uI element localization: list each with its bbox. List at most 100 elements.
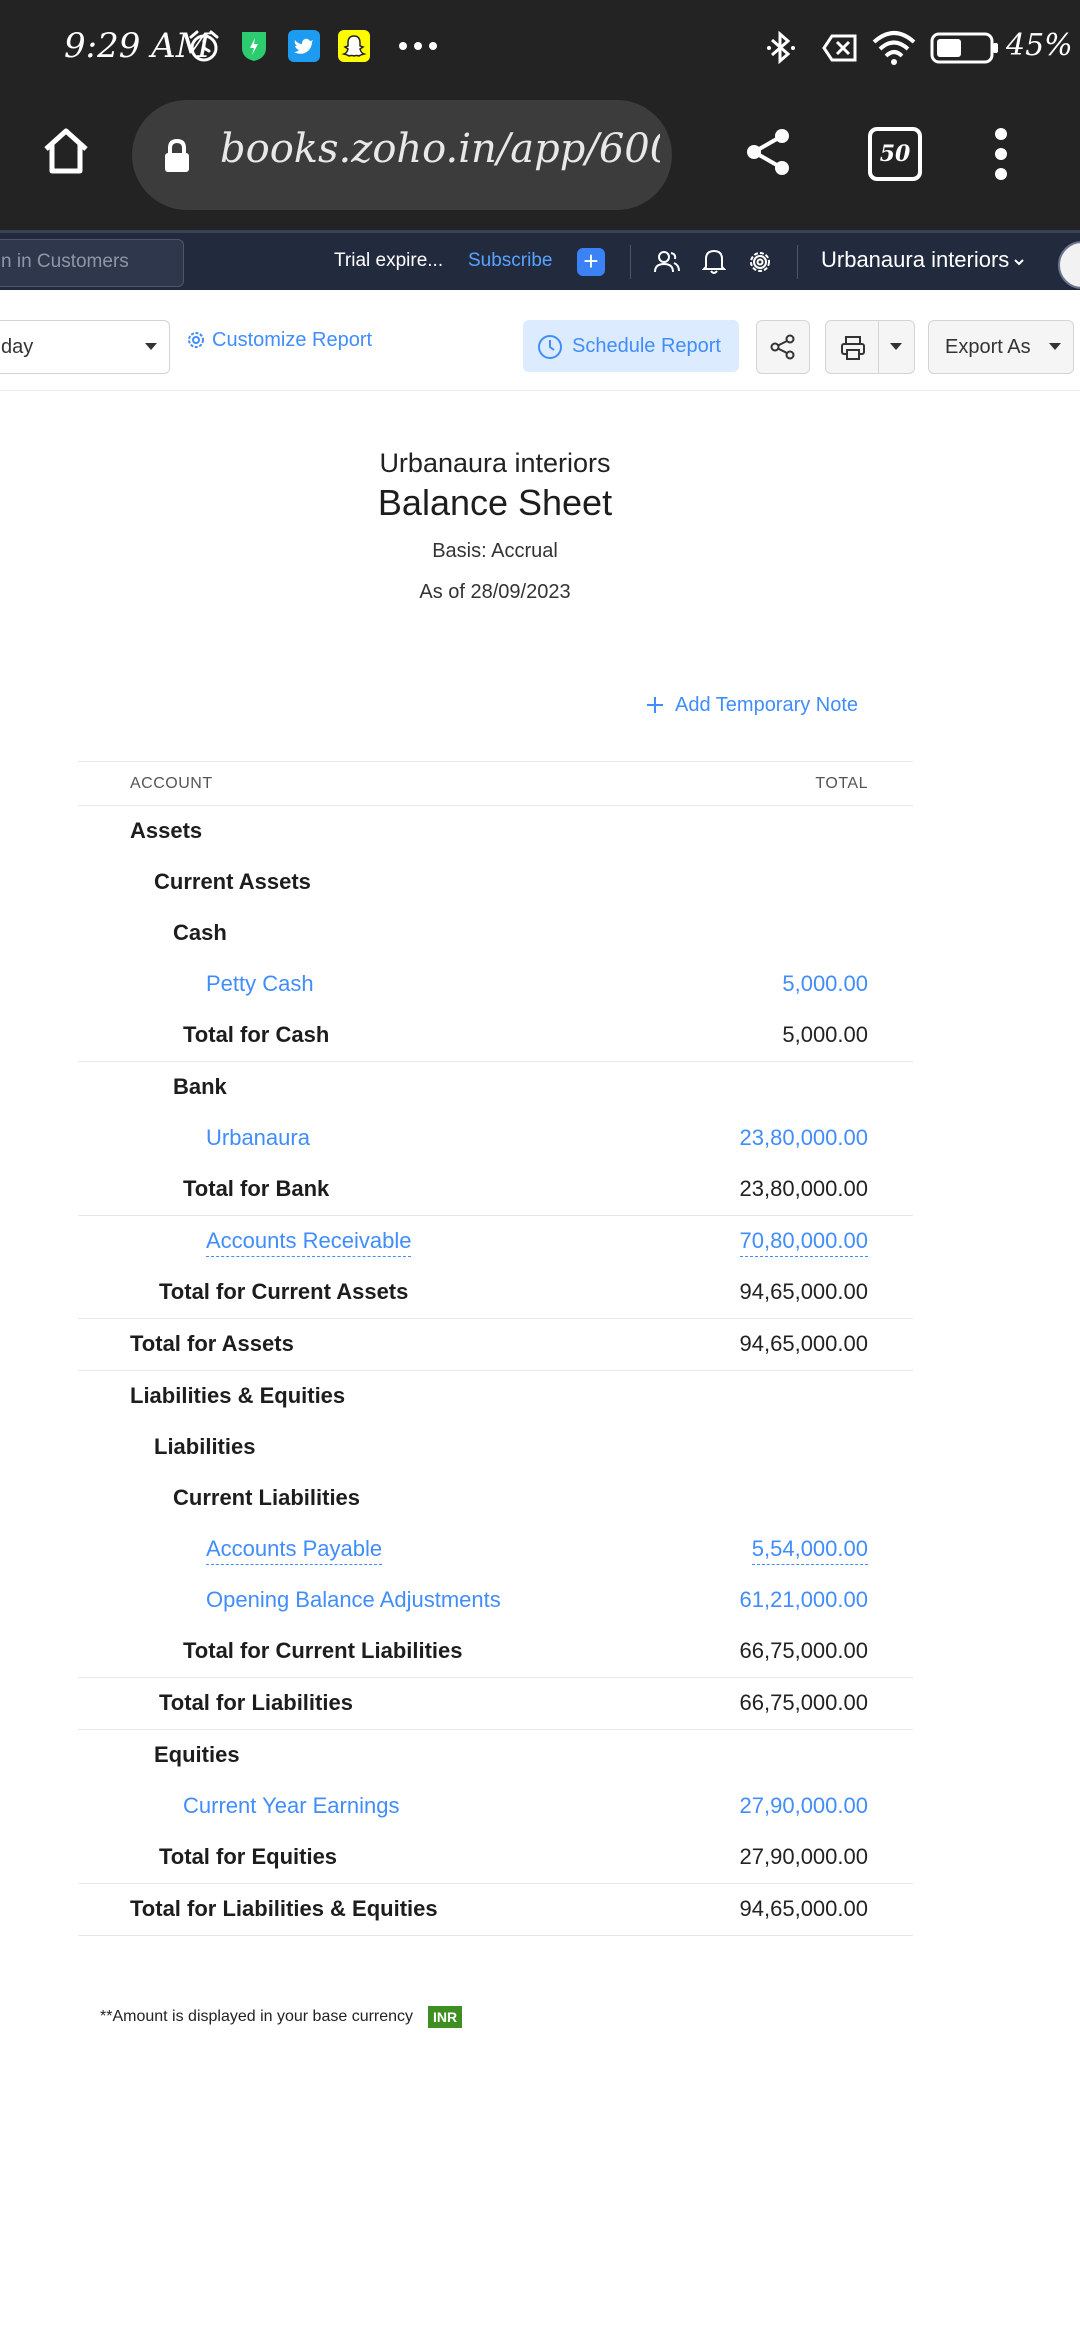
row-total-current-liabilities-label: Total for Current Liabilities <box>183 1638 463 1663</box>
amount-total-liabilities-equities: 94,65,000.00 <box>739 1896 868 1921</box>
customize-report-link[interactable]: Customize Report <box>212 329 372 352</box>
address-bar[interactable]: books.zoho.in/app/60024 <box>132 100 672 210</box>
amount-total-current-liabilities: 66,75,000.00 <box>739 1638 868 1663</box>
dropdown-caret-icon[interactable] <box>890 343 902 350</box>
row-total-equities-label: Total for Equities <box>159 1844 338 1869</box>
amount-current-year-earnings[interactable]: 27,90,000.00 <box>740 1793 868 1819</box>
header-divider <box>797 245 798 279</box>
amount-total-liabilities: 66,75,000.00 <box>739 1690 868 1715</box>
account-petty-cash-link[interactable]: Petty Cash <box>206 971 314 997</box>
print-button[interactable] <box>825 320 915 374</box>
row-total-bank-label: Total for Bank <box>183 1176 330 1201</box>
share-report-button[interactable] <box>756 320 810 374</box>
row-total-cash-label: Total for Cash <box>183 1022 330 1047</box>
quick-create-button[interactable]: + <box>577 248 605 276</box>
row-divider <box>78 1883 913 1884</box>
row-divider <box>78 1215 913 1216</box>
gear-icon[interactable] <box>186 330 206 350</box>
schedule-report-label: Schedule Report <box>572 335 721 357</box>
table-bottom-border <box>78 1935 913 1936</box>
status-bar: 9:29 AM 45% <box>0 0 1080 95</box>
account-payable-link[interactable]: Accounts Payable <box>206 1536 383 1565</box>
schedule-report-button[interactable]: Schedule Report <box>523 320 739 372</box>
export-as-label: Export As <box>945 336 1031 358</box>
date-range-value: day <box>1 336 34 358</box>
table-top-border <box>78 761 913 762</box>
currency-footnote: **Amount is displayed in your base curre… <box>100 2008 414 2025</box>
more-dots-icon <box>399 42 437 50</box>
share-icon[interactable] <box>744 127 792 177</box>
report-basis: Basis: Accrual <box>432 540 558 562</box>
browser-toolbar: books.zoho.in/app/60024 50 <box>0 95 1080 230</box>
bluetooth-icon <box>767 30 795 65</box>
amount-total-cash: 5,000.00 <box>782 1022 868 1047</box>
row-total-liabilities-equities-label: Total for Liabilities & Equities <box>130 1896 438 1921</box>
account-opening-balance-adjustments-link[interactable]: Opening Balance Adjustments <box>206 1587 501 1613</box>
report-toolbar: day Customize Report Schedule Report Exp… <box>0 290 1080 391</box>
date-range-select[interactable]: day <box>0 320 170 374</box>
twitter-icon <box>288 30 320 62</box>
gear-icon[interactable] <box>746 248 774 276</box>
amount-total-current-assets: 94,65,000.00 <box>739 1279 868 1304</box>
row-divider <box>78 1318 913 1319</box>
export-as-button[interactable]: Export As <box>928 320 1074 374</box>
row-divider <box>78 1729 913 1730</box>
lock-icon[interactable] <box>162 138 192 174</box>
plus-icon[interactable] <box>646 696 664 714</box>
clock-icon <box>538 335 562 359</box>
amount-accounts-receivable[interactable]: 70,80,000.00 <box>739 1228 868 1257</box>
row-total-assets-label: Total for Assets <box>130 1331 294 1356</box>
account-urbanaura-link[interactable]: Urbanaura <box>206 1125 310 1151</box>
battery-percent: 45% <box>1006 28 1073 63</box>
account-current-year-earnings-link[interactable]: Current Year Earnings <box>183 1793 399 1819</box>
add-temporary-note-link[interactable]: Add Temporary Note <box>675 694 858 717</box>
column-header-account: ACCOUNT <box>130 775 213 792</box>
subscribe-link[interactable]: Subscribe <box>468 250 553 272</box>
row-assets-label: Assets <box>130 818 203 843</box>
row-cash-label: Cash <box>173 920 227 945</box>
amount-opening-balance-adjustments[interactable]: 61,21,000.00 <box>740 1587 868 1613</box>
row-current-liabilities-label: Current Liabilities <box>173 1485 361 1510</box>
amount-total-bank: 23,80,000.00 <box>739 1176 868 1201</box>
row-liabilities-equities-label: Liabilities & Equities <box>130 1383 346 1408</box>
bell-icon[interactable] <box>702 247 726 275</box>
row-divider <box>78 1370 913 1371</box>
amount-total-assets: 94,65,000.00 <box>739 1331 868 1356</box>
currency-badge: INR <box>428 2006 463 2028</box>
url-text[interactable]: books.zoho.in/app/60024 <box>220 126 660 186</box>
wifi-icon <box>872 31 916 65</box>
users-icon[interactable] <box>654 249 680 275</box>
search-placeholder: n in Customers <box>1 251 129 272</box>
row-equities-label: Equities <box>154 1742 240 1767</box>
column-header-total: TOTAL <box>815 775 868 792</box>
no-sim-icon <box>822 34 857 62</box>
overflow-menu-icon[interactable] <box>992 127 1010 181</box>
header-divider <box>630 245 631 279</box>
amount-accounts-payable[interactable]: 5,54,000.00 <box>751 1536 868 1565</box>
snapchat-icon <box>338 30 370 62</box>
row-divider <box>78 1061 913 1062</box>
avatar[interactable] <box>1058 241 1080 289</box>
amount-petty-cash[interactable]: 5,000.00 <box>782 971 868 997</box>
row-total-liabilities-label: Total for Liabilities <box>159 1690 353 1715</box>
report-org-name: Urbanaura interiors <box>379 448 611 478</box>
tabs-icon[interactable]: 50 <box>868 127 922 181</box>
org-switcher[interactable]: Urbanaura interiors <box>821 247 1009 273</box>
trial-status: Trial expire... <box>334 250 444 271</box>
shield-app-icon <box>242 32 266 61</box>
dropdown-caret-icon <box>1049 343 1061 350</box>
row-divider <box>78 1677 913 1678</box>
amount-total-equities: 27,90,000.00 <box>739 1844 868 1869</box>
dropdown-caret-icon <box>145 343 157 350</box>
header-bottom-border <box>78 805 913 806</box>
search-input[interactable]: n in Customers <box>0 239 184 287</box>
row-total-current-assets-label: Total for Current Assets <box>159 1279 409 1304</box>
tab-count: 50 <box>879 141 911 167</box>
amount-urbanaura[interactable]: 23,80,000.00 <box>740 1125 868 1151</box>
app-header: n in Customers Trial expire... Subscribe… <box>0 230 1080 293</box>
chevron-down-icon[interactable] <box>1013 258 1025 267</box>
row-liabilities-label: Liabilities <box>154 1434 256 1459</box>
home-icon[interactable] <box>40 125 92 177</box>
button-divider <box>878 321 879 373</box>
account-receivable-link[interactable]: Accounts Receivable <box>206 1228 412 1257</box>
